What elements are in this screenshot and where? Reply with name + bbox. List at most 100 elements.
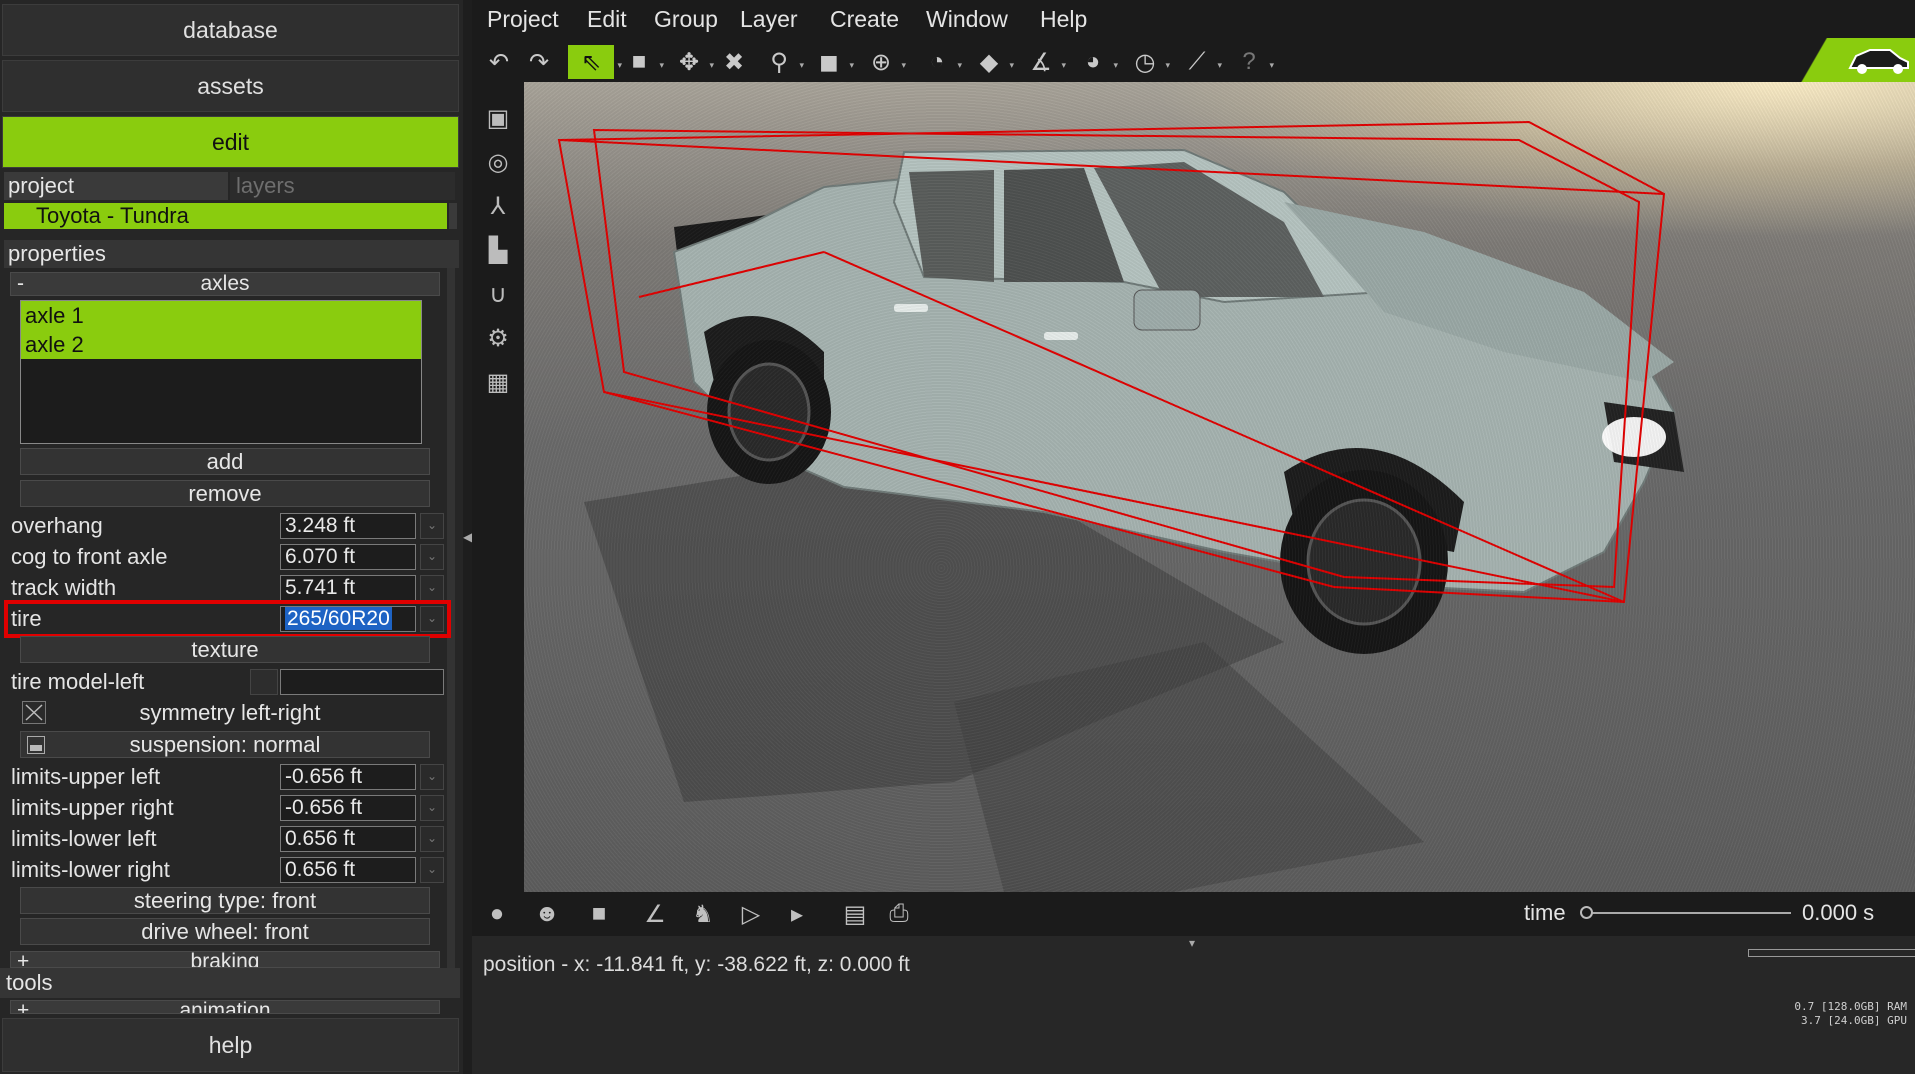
limits-upper-left-field[interactable]: -0.656 ft xyxy=(280,764,416,790)
drive-wheel-button[interactable]: drive wheel: front xyxy=(20,918,430,945)
checkbox-x-icon xyxy=(25,704,43,721)
edit-button[interactable]: edit xyxy=(2,116,459,168)
track-width-field[interactable]: 5.741 ft xyxy=(280,575,416,601)
track-width-spinner[interactable]: ⌄ xyxy=(420,575,444,601)
remove-axle-button[interactable]: remove xyxy=(20,480,430,507)
tab-layers[interactable]: layers xyxy=(230,172,455,200)
limits-upper-left-spinner[interactable]: ⌄ xyxy=(420,764,444,790)
time-value: 0.000 s xyxy=(1802,900,1875,925)
menu-layer[interactable]: Layer xyxy=(740,6,798,33)
limits-upper-right-field[interactable]: -0.656 ft xyxy=(280,795,416,821)
axles-section-toggle[interactable]: - axles xyxy=(10,272,440,296)
play-icon[interactable]: ▷ xyxy=(734,897,768,931)
zoom-icon[interactable]: ⚲ ▾ xyxy=(762,45,804,79)
tire-model-color-swatch[interactable] xyxy=(250,669,278,695)
limits-upper-right-spinner[interactable]: ⌄ xyxy=(420,795,444,821)
braking-section-label: braking xyxy=(190,951,260,968)
cube-icon[interactable]: ◼ ▾ xyxy=(812,45,854,79)
car-logo-icon xyxy=(1848,49,1909,74)
time-slider-handle[interactable] xyxy=(1580,906,1593,919)
speedometer-icon[interactable]: ◷ ▾ xyxy=(1128,45,1170,79)
texture-button[interactable]: texture xyxy=(20,636,430,663)
add-axle-button[interactable]: add xyxy=(20,448,430,475)
head-icon[interactable]: ☻ xyxy=(530,897,564,931)
overhang-label: overhang xyxy=(11,513,103,538)
animation-section-toggle[interactable]: + animation xyxy=(10,1000,440,1014)
axle-list[interactable]: axle 1 axle 2 xyxy=(20,300,422,444)
vehicle-icon[interactable]: ▙ xyxy=(480,232,516,268)
collapse-square-icon xyxy=(27,736,45,754)
project-list-item[interactable]: Toyota - Tundra xyxy=(4,203,447,229)
move-icon[interactable]: ⊕ ▾ xyxy=(864,45,906,79)
graph-icon[interactable]: ∠ xyxy=(638,897,672,931)
track-width-row: track width 5.741 ft ⌄ xyxy=(10,573,445,602)
limits-lower-left-field[interactable]: 0.656 ft xyxy=(280,826,416,852)
symmetry-row[interactable]: symmetry left-right xyxy=(20,699,430,726)
menu-edit[interactable]: Edit xyxy=(587,6,627,33)
braking-section-toggle[interactable]: + braking xyxy=(10,951,440,968)
menu-create[interactable]: Create xyxy=(830,6,899,33)
menu-group[interactable]: Group xyxy=(654,6,718,33)
cog-field[interactable]: 6.070 ft xyxy=(280,544,416,570)
axle-list-item[interactable]: axle 1 xyxy=(21,301,421,330)
track-width-label: track width xyxy=(11,575,117,600)
3d-viewport[interactable] xyxy=(524,82,1915,892)
menu-project[interactable]: Project xyxy=(487,6,559,33)
gauge-icon[interactable]: ◔ ▾ xyxy=(920,45,962,79)
menu-help[interactable]: Help xyxy=(1040,6,1087,33)
tire-model-left-field[interactable] xyxy=(280,669,444,695)
steering-type-button[interactable]: steering type: front xyxy=(20,887,430,914)
expand-icon: + xyxy=(17,1000,30,1014)
print-icon[interactable]: ⎙ xyxy=(882,897,916,931)
vehicle-render xyxy=(557,120,1684,892)
project-scrollbar[interactable] xyxy=(449,203,457,229)
cog-label: cog to front axle xyxy=(11,544,168,569)
target-icon[interactable]: ◎ xyxy=(480,144,516,180)
menu-bar: Project Edit Group Layer Create Window H… xyxy=(472,0,1915,42)
limits-upper-right-row: limits-upper right -0.656 ft ⌄ xyxy=(10,793,445,822)
time-slider-track[interactable] xyxy=(1586,912,1791,914)
ruler-icon[interactable]: ⟋ ▾ xyxy=(1180,45,1222,79)
redo-icon[interactable]: ↷ xyxy=(522,45,556,79)
limits-lower-right-field[interactable]: 0.656 ft xyxy=(280,857,416,883)
limits-lower-right-row: limits-lower right 0.656 ft ⌄ xyxy=(10,855,445,884)
grid-icon[interactable]: ▦ xyxy=(480,364,516,400)
overhang-field[interactable]: 3.248 ft xyxy=(280,513,416,539)
dial-icon[interactable]: ◕ ▾ xyxy=(1076,45,1118,79)
axis-icon[interactable]: ∡ ▾ xyxy=(1024,45,1066,79)
cog-spinner[interactable]: ⌄ xyxy=(420,544,444,570)
toolbar: ↶ ↷ ⇖ ▾ ■ ▾ ✥ ▾ ✖ ⚲ ▾ ◼ ▾ ⊕ ▾ ◔ ▾ ◆ ▾ ∡ ▾ ◕ ▾ ◷ ▾ ⟋… xyxy=(472,42,1915,82)
database-button[interactable]: database xyxy=(2,4,459,56)
transform-icon[interactable]: ✥ ▾ xyxy=(672,45,714,79)
limits-upper-left-row: limits-upper left -0.656 ft ⌄ xyxy=(10,762,445,791)
select-arrow-icon[interactable]: ⇖ ▾ xyxy=(568,45,622,79)
camera-icon[interactable]: ▣ xyxy=(480,100,516,136)
help-icon[interactable]: ? ▾ xyxy=(1232,45,1274,79)
help-button[interactable]: help xyxy=(2,1018,459,1072)
magnet-icon[interactable]: ∪ xyxy=(480,276,516,312)
axes-icon[interactable]: ⅄ xyxy=(480,188,516,224)
sphere-icon[interactable]: ● xyxy=(480,897,514,931)
suspension-toggle[interactable]: suspension: normal xyxy=(20,731,430,758)
axle-list-item[interactable]: axle 2 xyxy=(21,330,421,359)
limits-upper-left-label: limits-upper left xyxy=(11,764,161,789)
animal-icon[interactable]: ♞ xyxy=(686,897,720,931)
limits-lower-right-spinner[interactable]: ⌄ xyxy=(420,857,444,883)
symmetry-checkbox[interactable] xyxy=(22,701,46,724)
document-icon[interactable]: ▤ xyxy=(838,897,872,931)
limits-lower-left-spinner[interactable]: ⌄ xyxy=(420,826,444,852)
settings-gear-icon[interactable]: ⚙ xyxy=(480,320,516,356)
box-select-icon[interactable]: ■ ▾ xyxy=(622,45,664,79)
overhang-spinner[interactable]: ⌄ xyxy=(420,513,444,539)
collapse-left-panel-icon[interactable]: ◀ xyxy=(463,530,472,544)
splitter-handle-icon[interactable]: ▾ xyxy=(1189,936,1195,950)
menu-window[interactable]: Window xyxy=(926,6,1008,33)
assets-button[interactable]: assets xyxy=(2,60,459,112)
tab-project[interactable]: project xyxy=(4,172,228,200)
delete-icon[interactable]: ✖ xyxy=(717,45,751,79)
record-icon[interactable]: ▸ xyxy=(780,897,814,931)
tire-model-left-row: tire model-left xyxy=(10,667,445,696)
undo-icon[interactable]: ↶ xyxy=(482,45,516,79)
material-square-icon[interactable]: ■ xyxy=(582,897,616,931)
plane-icon[interactable]: ◆ ▾ xyxy=(972,45,1014,79)
